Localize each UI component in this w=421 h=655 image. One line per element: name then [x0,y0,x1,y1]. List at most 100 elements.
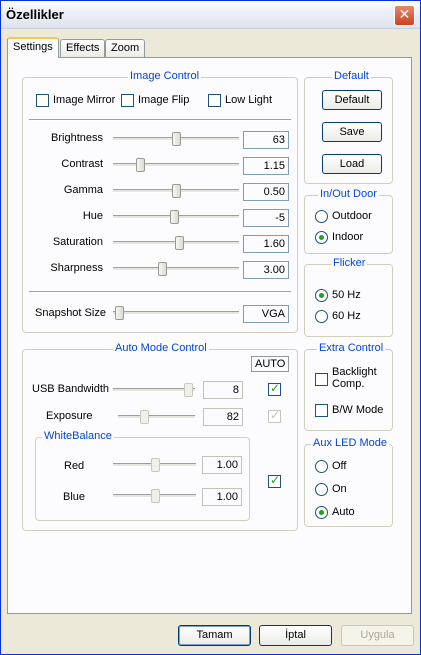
usb-bandwidth-slider[interactable] [113,381,195,399]
hue-label: Hue [82,210,103,222]
low-light-checkbox[interactable] [208,94,221,107]
usb-bandwidth-auto-checkbox[interactable] [268,381,281,396]
flicker-50hz-radio[interactable] [315,289,328,302]
slider-thumb[interactable] [172,184,181,198]
image-flip-label: Image Flip [138,94,190,106]
sharpness-label: Sharpness [50,262,103,274]
gamma-value: 0.50 [243,183,289,201]
tab-settings[interactable]: Settings [7,37,59,58]
hue-slider[interactable] [113,208,239,226]
flicker-title: Flicker [331,257,368,269]
white-balance-auto-checkbox[interactable] [268,473,281,488]
wb-blue-label: Blue [63,491,86,503]
flicker-group: Flicker 50 Hz 60 Hz [304,257,393,337]
title-bar[interactable]: Özellikler ✕ [1,1,420,29]
sharpness-slider[interactable] [113,260,239,278]
slider-thumb[interactable] [115,306,124,320]
aux-led-on-label: On [332,483,347,495]
gamma-label: Gamma [63,184,103,196]
auto-column-header: AUTO [251,356,290,372]
close-button[interactable]: ✕ [394,5,415,26]
white-balance-title: WhiteBalance [42,430,114,442]
inout-door-group: In/Out Door Outdoor Indoor [304,188,393,254]
slider-thumb[interactable] [135,158,145,172]
flicker-60hz-label: 60 Hz [332,310,361,322]
tab-zoom[interactable]: Zoom [105,39,145,57]
default-group: Default Default Save Load [304,70,393,184]
hue-value: -5 [243,209,289,227]
divider [29,291,291,293]
slider-thumb[interactable] [139,410,149,424]
slider-thumb[interactable] [158,262,168,276]
aux-led-auto-radio[interactable] [315,506,328,519]
apply-button[interactable]: Uygula [341,625,414,646]
wb-blue-slider[interactable] [113,487,196,505]
contrast-label: Contrast [61,158,103,170]
properties-window: Özellikler ✕ Settings Effects Zoom Image… [0,0,421,655]
bw-mode-checkbox[interactable] [315,404,328,417]
contrast-value: 1.15 [243,157,289,175]
auto-mode-title: Auto Mode Control [113,342,209,354]
brightness-slider[interactable] [113,130,239,148]
aux-led-group: Aux LED Mode Off On Auto [304,437,393,527]
backlight-comp-label-line1: Backlight [332,366,377,378]
exposure-label: Exposure [46,410,93,422]
outdoor-radio[interactable] [315,210,328,223]
wb-red-label: Red [64,460,85,472]
auto-mode-group: Auto Mode Control AUTO USB Bandwidth 8 E… [22,342,298,531]
exposure-slider[interactable] [118,408,195,426]
brightness-value: 63 [243,131,289,149]
gamma-slider[interactable] [113,182,239,200]
cancel-button[interactable]: İptal [259,625,332,646]
close-icon: ✕ [398,7,411,23]
aux-led-on-radio[interactable] [315,483,328,496]
ok-button[interactable]: Tamam [178,625,251,646]
slider-thumb[interactable] [169,210,179,224]
white-balance-group: WhiteBalance Red 1.00 Blue 1.00 [35,430,250,521]
saturation-slider[interactable] [113,234,239,252]
backlight-comp-checkbox[interactable] [315,373,328,386]
slider-thumb[interactable] [150,458,160,472]
wb-blue-value: 1.00 [202,488,242,506]
divider [29,119,291,121]
flicker-50hz-label: 50 Hz [332,289,361,301]
extra-control-title: Extra Control [317,342,386,354]
snapshot-size-slider[interactable] [113,304,239,322]
window-title: Özellikler [6,7,64,22]
image-mirror-checkbox[interactable] [36,94,49,107]
save-button[interactable]: Save [322,122,382,142]
exposure-auto-checkbox[interactable] [268,408,281,423]
slider-thumb[interactable] [172,132,181,146]
sharpness-value: 3.00 [243,261,289,279]
slider-thumb[interactable] [150,489,160,503]
contrast-slider[interactable] [113,156,239,174]
usb-bandwidth-label: USB Bandwidth [32,383,110,395]
aux-led-auto-label: Auto [332,506,355,518]
load-button[interactable]: Load [322,154,382,174]
aux-led-off-label: Off [332,460,347,472]
flicker-60hz-radio[interactable] [315,310,328,323]
image-control-title: Image Control [128,70,202,82]
exposure-value: 82 [203,408,243,426]
brightness-label: Brightness [51,132,103,144]
slider-thumb[interactable] [175,236,185,250]
wb-red-value: 1.00 [202,456,242,474]
slider-thumb[interactable] [183,383,193,397]
tab-effects[interactable]: Effects [60,39,105,57]
usb-bandwidth-value: 8 [203,381,243,399]
image-control-group: Image Control Image Mirror Image Flip Lo… [22,70,298,333]
snapshot-size-label: Snapshot Size [35,307,106,319]
extra-control-group: Extra Control Backlight Comp. B/W Mode [304,342,393,431]
default-button[interactable]: Default [322,90,382,110]
image-mirror-label: Image Mirror [53,94,116,106]
wb-red-slider[interactable] [113,456,196,474]
settings-panel: Image Control Image Mirror Image Flip Lo… [7,57,412,614]
saturation-label: Saturation [52,236,103,248]
indoor-label: Indoor [332,231,364,243]
aux-led-title: Aux LED Mode [311,437,389,449]
image-flip-checkbox[interactable] [121,94,134,107]
indoor-radio[interactable] [315,231,328,244]
outdoor-label: Outdoor [332,210,372,222]
aux-led-off-radio[interactable] [315,460,328,473]
inout-door-title: In/Out Door [318,188,379,200]
